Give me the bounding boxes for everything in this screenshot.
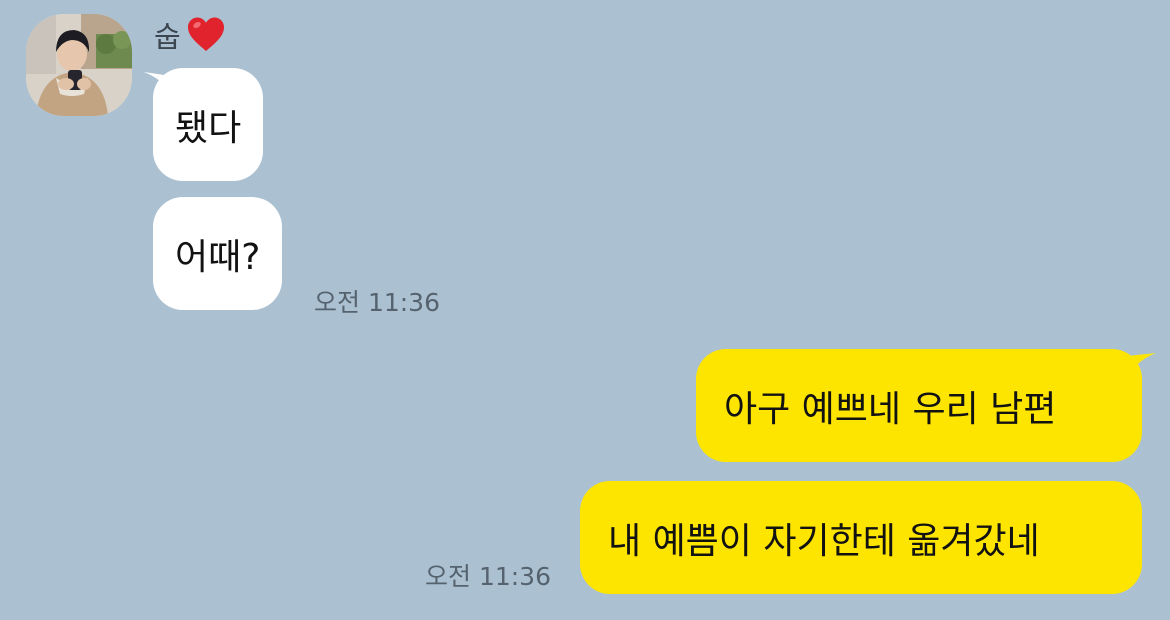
sender-avatar[interactable] bbox=[26, 14, 132, 116]
outgoing-bubble-tail bbox=[1118, 353, 1156, 375]
sender-name-row: 숩 bbox=[154, 12, 227, 58]
sender-name: 숩 bbox=[154, 20, 181, 54]
outgoing-message-bubble[interactable]: 내 예쁨이 자기한테 옮겨갔네 bbox=[580, 481, 1142, 594]
message-timestamp: 오전 11:36 bbox=[425, 562, 551, 591]
message-text: 어때? bbox=[175, 236, 261, 278]
message-text: 아구 예쁘네 우리 남편 bbox=[724, 388, 1057, 430]
incoming-message-bubble[interactable]: 됐다 bbox=[153, 68, 264, 181]
red-heart-icon bbox=[185, 14, 227, 56]
message-text: 내 예쁨이 자기한테 옮겨갔네 bbox=[608, 520, 1040, 562]
profile-photo bbox=[26, 14, 132, 116]
outgoing-message-bubble[interactable]: 아구 예쁘네 우리 남편 bbox=[696, 349, 1142, 462]
incoming-message-bubble[interactable]: 어때? bbox=[153, 197, 283, 310]
message-timestamp: 오전 11:36 bbox=[314, 288, 440, 317]
message-text: 됐다 bbox=[175, 107, 242, 149]
